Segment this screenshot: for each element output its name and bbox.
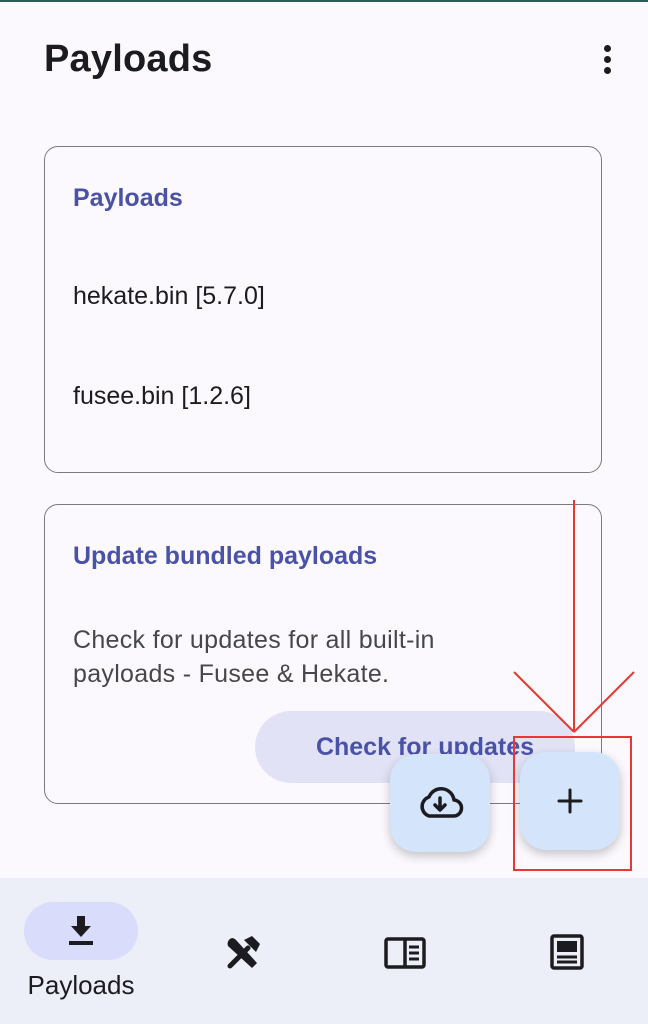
download-payload-fab[interactable] [390, 754, 490, 852]
download-icon [69, 916, 93, 945]
payload-item-fusee[interactable]: fusee.bin [1.2.6] [73, 382, 251, 411]
bottom-navigation: Payloads [0, 878, 648, 1024]
add-icon [557, 788, 583, 814]
add-payload-fab[interactable] [520, 752, 620, 850]
update-card-description: Check for updates for all built-in paylo… [73, 626, 435, 688]
payloads-card: Payloads hekate.bin [5.7.0] fusee.bin [1… [44, 146, 602, 473]
status-line [0, 0, 648, 2]
nav-item-panel[interactable] [324, 878, 486, 1024]
payloads-card-title: Payloads [73, 184, 183, 212]
tools-icon [227, 936, 260, 969]
nav-item-payloads[interactable]: Payloads [0, 878, 162, 1024]
page-title: Payloads [44, 38, 213, 80]
cloud-download-icon [420, 787, 464, 818]
nav-label-payloads: Payloads [27, 970, 135, 1000]
more-vert-icon[interactable] [592, 42, 624, 76]
sidebar-panel-icon [384, 937, 426, 969]
article-icon [550, 934, 584, 970]
update-card: Update bundled payloads Check for update… [44, 504, 602, 804]
payload-item-hekate[interactable]: hekate.bin [5.7.0] [73, 282, 265, 311]
nav-item-article[interactable] [486, 878, 648, 1024]
update-card-title: Update bundled payloads [73, 542, 378, 570]
nav-item-tools[interactable] [162, 878, 324, 1024]
